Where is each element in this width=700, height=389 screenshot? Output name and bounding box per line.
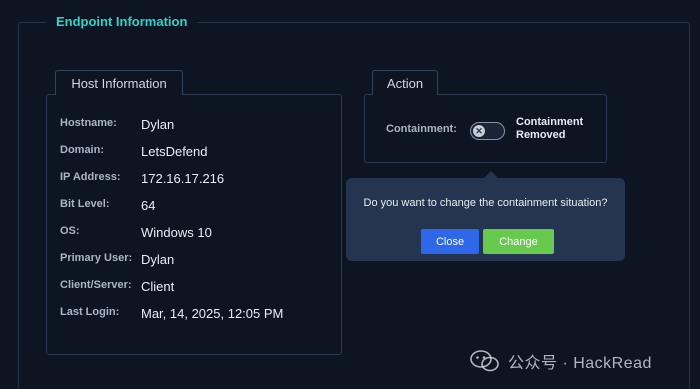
info-row-last-login: Last Login: Mar, 14, 2025, 12:05 PM <box>60 306 330 324</box>
info-value: Mar, 14, 2025, 12:05 PM <box>141 306 284 321</box>
change-button[interactable]: Change <box>483 229 554 254</box>
host-info-tab: Host Information <box>55 70 183 95</box>
containment-status: Containment Removed <box>516 116 604 142</box>
info-value: Windows 10 <box>141 225 212 240</box>
page: Endpoint Information Hostname: Dylan Dom… <box>0 0 700 389</box>
info-value: Dylan <box>141 117 175 132</box>
info-row-client-server: Client/Server: Client <box>60 279 330 297</box>
info-label: Last Login: <box>60 306 120 318</box>
info-row-hostname: Hostname: Dylan <box>60 117 330 135</box>
confirm-popover: Do you want to change the containment si… <box>346 171 625 261</box>
info-label: Client/Server: <box>60 279 132 291</box>
action-tab: Action <box>372 70 438 95</box>
section-title: Endpoint Information <box>46 14 198 29</box>
popover-question: Do you want to change the containment si… <box>363 197 608 209</box>
close-icon: ✕ <box>473 125 485 137</box>
info-value: 64 <box>141 198 156 213</box>
close-button[interactable]: Close <box>421 229 479 254</box>
info-label: Hostname: <box>60 117 117 129</box>
info-label: OS: <box>60 225 80 237</box>
popover-arrow <box>484 171 498 178</box>
info-label: IP Address: <box>60 171 121 183</box>
info-row-os: OS: Windows 10 <box>60 225 330 243</box>
info-label: Bit Level: <box>60 198 110 210</box>
action-panel: Containment: ✕ Containment Removed <box>364 94 607 163</box>
info-value: 172.16.17.216 <box>141 171 225 186</box>
containment-status-line2: Removed <box>516 129 566 141</box>
containment-status-line1: Containment <box>516 116 584 128</box>
info-row-ip-address: IP Address: 172.16.17.216 <box>60 171 330 189</box>
containment-label: Containment: <box>386 123 457 135</box>
info-value: Client <box>141 279 175 294</box>
info-value: Dylan <box>141 252 175 267</box>
watermark-text: 公众号 · HackRead <box>508 355 652 372</box>
wechat-icon <box>470 350 499 372</box>
info-label: Domain: <box>60 144 104 156</box>
containment-toggle[interactable]: ✕ <box>470 122 505 140</box>
info-label: Primary User: <box>60 252 133 264</box>
info-row-bit-level: Bit Level: 64 <box>60 198 330 216</box>
info-value: LetsDefend <box>141 144 208 159</box>
info-row-domain: Domain: LetsDefend <box>60 144 330 162</box>
watermark: 公众号 · HackRead <box>470 349 652 373</box>
info-row-primary-user: Primary User: Dylan <box>60 252 330 270</box>
host-info-panel: Hostname: Dylan Domain: LetsDefend IP Ad… <box>46 94 342 355</box>
